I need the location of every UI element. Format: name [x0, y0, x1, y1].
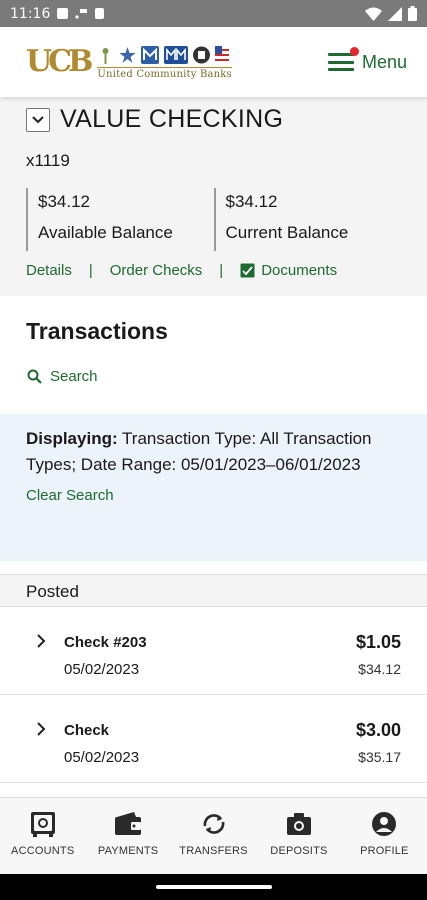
affiliate-flower-icon [102, 47, 109, 64]
nav-profile[interactable]: PROFILE [342, 798, 427, 874]
accounts-safe-icon [30, 812, 55, 837]
chevron-right-icon [37, 634, 46, 648]
transactions-title: Transactions [26, 318, 168, 344]
transaction-date: 05/02/2023 [64, 661, 140, 678]
menu-button[interactable]: Menu [327, 47, 407, 73]
search-link[interactable]: Search [27, 368, 98, 385]
affiliate-building-icon [193, 46, 211, 63]
available-balance: $34.12 Available Balance [26, 188, 214, 251]
available-balance-label: Available Balance [38, 223, 173, 242]
sd-card-icon [95, 8, 105, 19]
status-bar: 11:16 [0, 0, 427, 27]
logo-text: United Community Banks [97, 66, 232, 80]
transaction-balance: $34.12 [358, 661, 401, 677]
affiliate-mm-icon [164, 45, 189, 64]
details-link[interactable]: Details [26, 262, 72, 279]
nav-accounts[interactable]: ACCOUNTS [0, 798, 85, 874]
account-summary: VALUE CHECKING x1119 $34.12 Available Ba… [0, 97, 427, 296]
affiliate-flag-icon [215, 45, 230, 64]
bottom-nav: ACCOUNTS PAYMENTS TRANSFERS DEPOSITS PRO… [0, 797, 427, 874]
affiliate-star-icon [119, 46, 136, 63]
current-balance: $34.12 Current Balance [213, 188, 402, 251]
document-icon [240, 263, 255, 278]
system-nav-bar [0, 874, 427, 900]
chevron-right-icon [37, 722, 46, 736]
nav-profile-label: PROFILE [360, 845, 409, 857]
home-gesture-bar[interactable] [156, 885, 272, 889]
transaction-date: 05/02/2023 [64, 749, 140, 766]
documents-link[interactable]: Documents [240, 262, 337, 279]
nav-transfers-label: TRANSFERS [179, 845, 248, 857]
nav-transfers[interactable]: TRANSFERS [171, 798, 256, 874]
current-balance-amount: $34.12 [225, 192, 278, 211]
nav-payments[interactable]: PAYMENTS [85, 798, 170, 874]
order-checks-link[interactable]: Order Checks [110, 262, 203, 279]
affiliate-marks [97, 45, 232, 65]
transaction-name: Check #203 [64, 634, 147, 651]
filter-prefix: Displaying: [26, 429, 118, 448]
search-label: Search [50, 368, 98, 385]
nav-accounts-label: ACCOUNTS [11, 845, 75, 857]
logo-mark: UCB [26, 44, 93, 79]
clear-search-link[interactable]: Clear Search [26, 487, 401, 504]
battery-icon [408, 6, 417, 21]
account-toggle-button[interactable] [26, 107, 50, 132]
transaction-name: Check [64, 722, 110, 739]
transaction-row[interactable]: Check #203 05/02/2023 $1.05 $34.12 [0, 607, 427, 695]
available-balance-amount: $34.12 [38, 192, 90, 211]
wallet-icon [115, 812, 142, 835]
documents-label: Documents [261, 262, 338, 279]
link-separator: | [219, 262, 224, 279]
hamburger-icon [327, 47, 359, 72]
signal-icon [388, 6, 402, 21]
bank-logo[interactable]: UCB United Community Banks [26, 45, 232, 80]
nav-payments-label: PAYMENTS [97, 845, 159, 857]
menu-label: Menu [361, 51, 407, 72]
link-separator: | [88, 262, 93, 279]
app-header: UCB United Community Banks Menu [0, 27, 427, 97]
status-time: 11:16 [10, 5, 51, 22]
filter-text: Displaying: Transaction Type: All Transa… [26, 426, 401, 478]
transaction-amount: $1.05 [355, 632, 401, 652]
transfer-arrows-icon [203, 814, 224, 834]
current-balance-label: Current Balance [225, 223, 349, 242]
search-icon [27, 369, 42, 384]
account-title: VALUE CHECKING [60, 105, 284, 133]
wifi-icon [365, 7, 382, 21]
nav-deposits-label: DEPOSITS [270, 845, 328, 857]
transaction-amount: $3.00 [355, 720, 401, 740]
camera-icon [286, 813, 311, 835]
filter-summary: Displaying: Transaction Type: All Transa… [0, 414, 427, 561]
notification-icon [57, 8, 69, 19]
transaction-balance: $35.17 [358, 749, 401, 765]
affiliate-m-icon [141, 45, 160, 64]
cast-icon [75, 9, 88, 19]
transaction-row[interactable]: Check 05/02/2023 $3.00 $35.17 [0, 695, 427, 783]
profile-icon [372, 812, 397, 836]
posted-section-header: Posted [0, 574, 427, 607]
account-number: x1119 [26, 151, 70, 170]
notification-dot [349, 47, 359, 56]
chevron-down-icon [32, 115, 44, 123]
nav-deposits[interactable]: DEPOSITS [256, 798, 341, 874]
